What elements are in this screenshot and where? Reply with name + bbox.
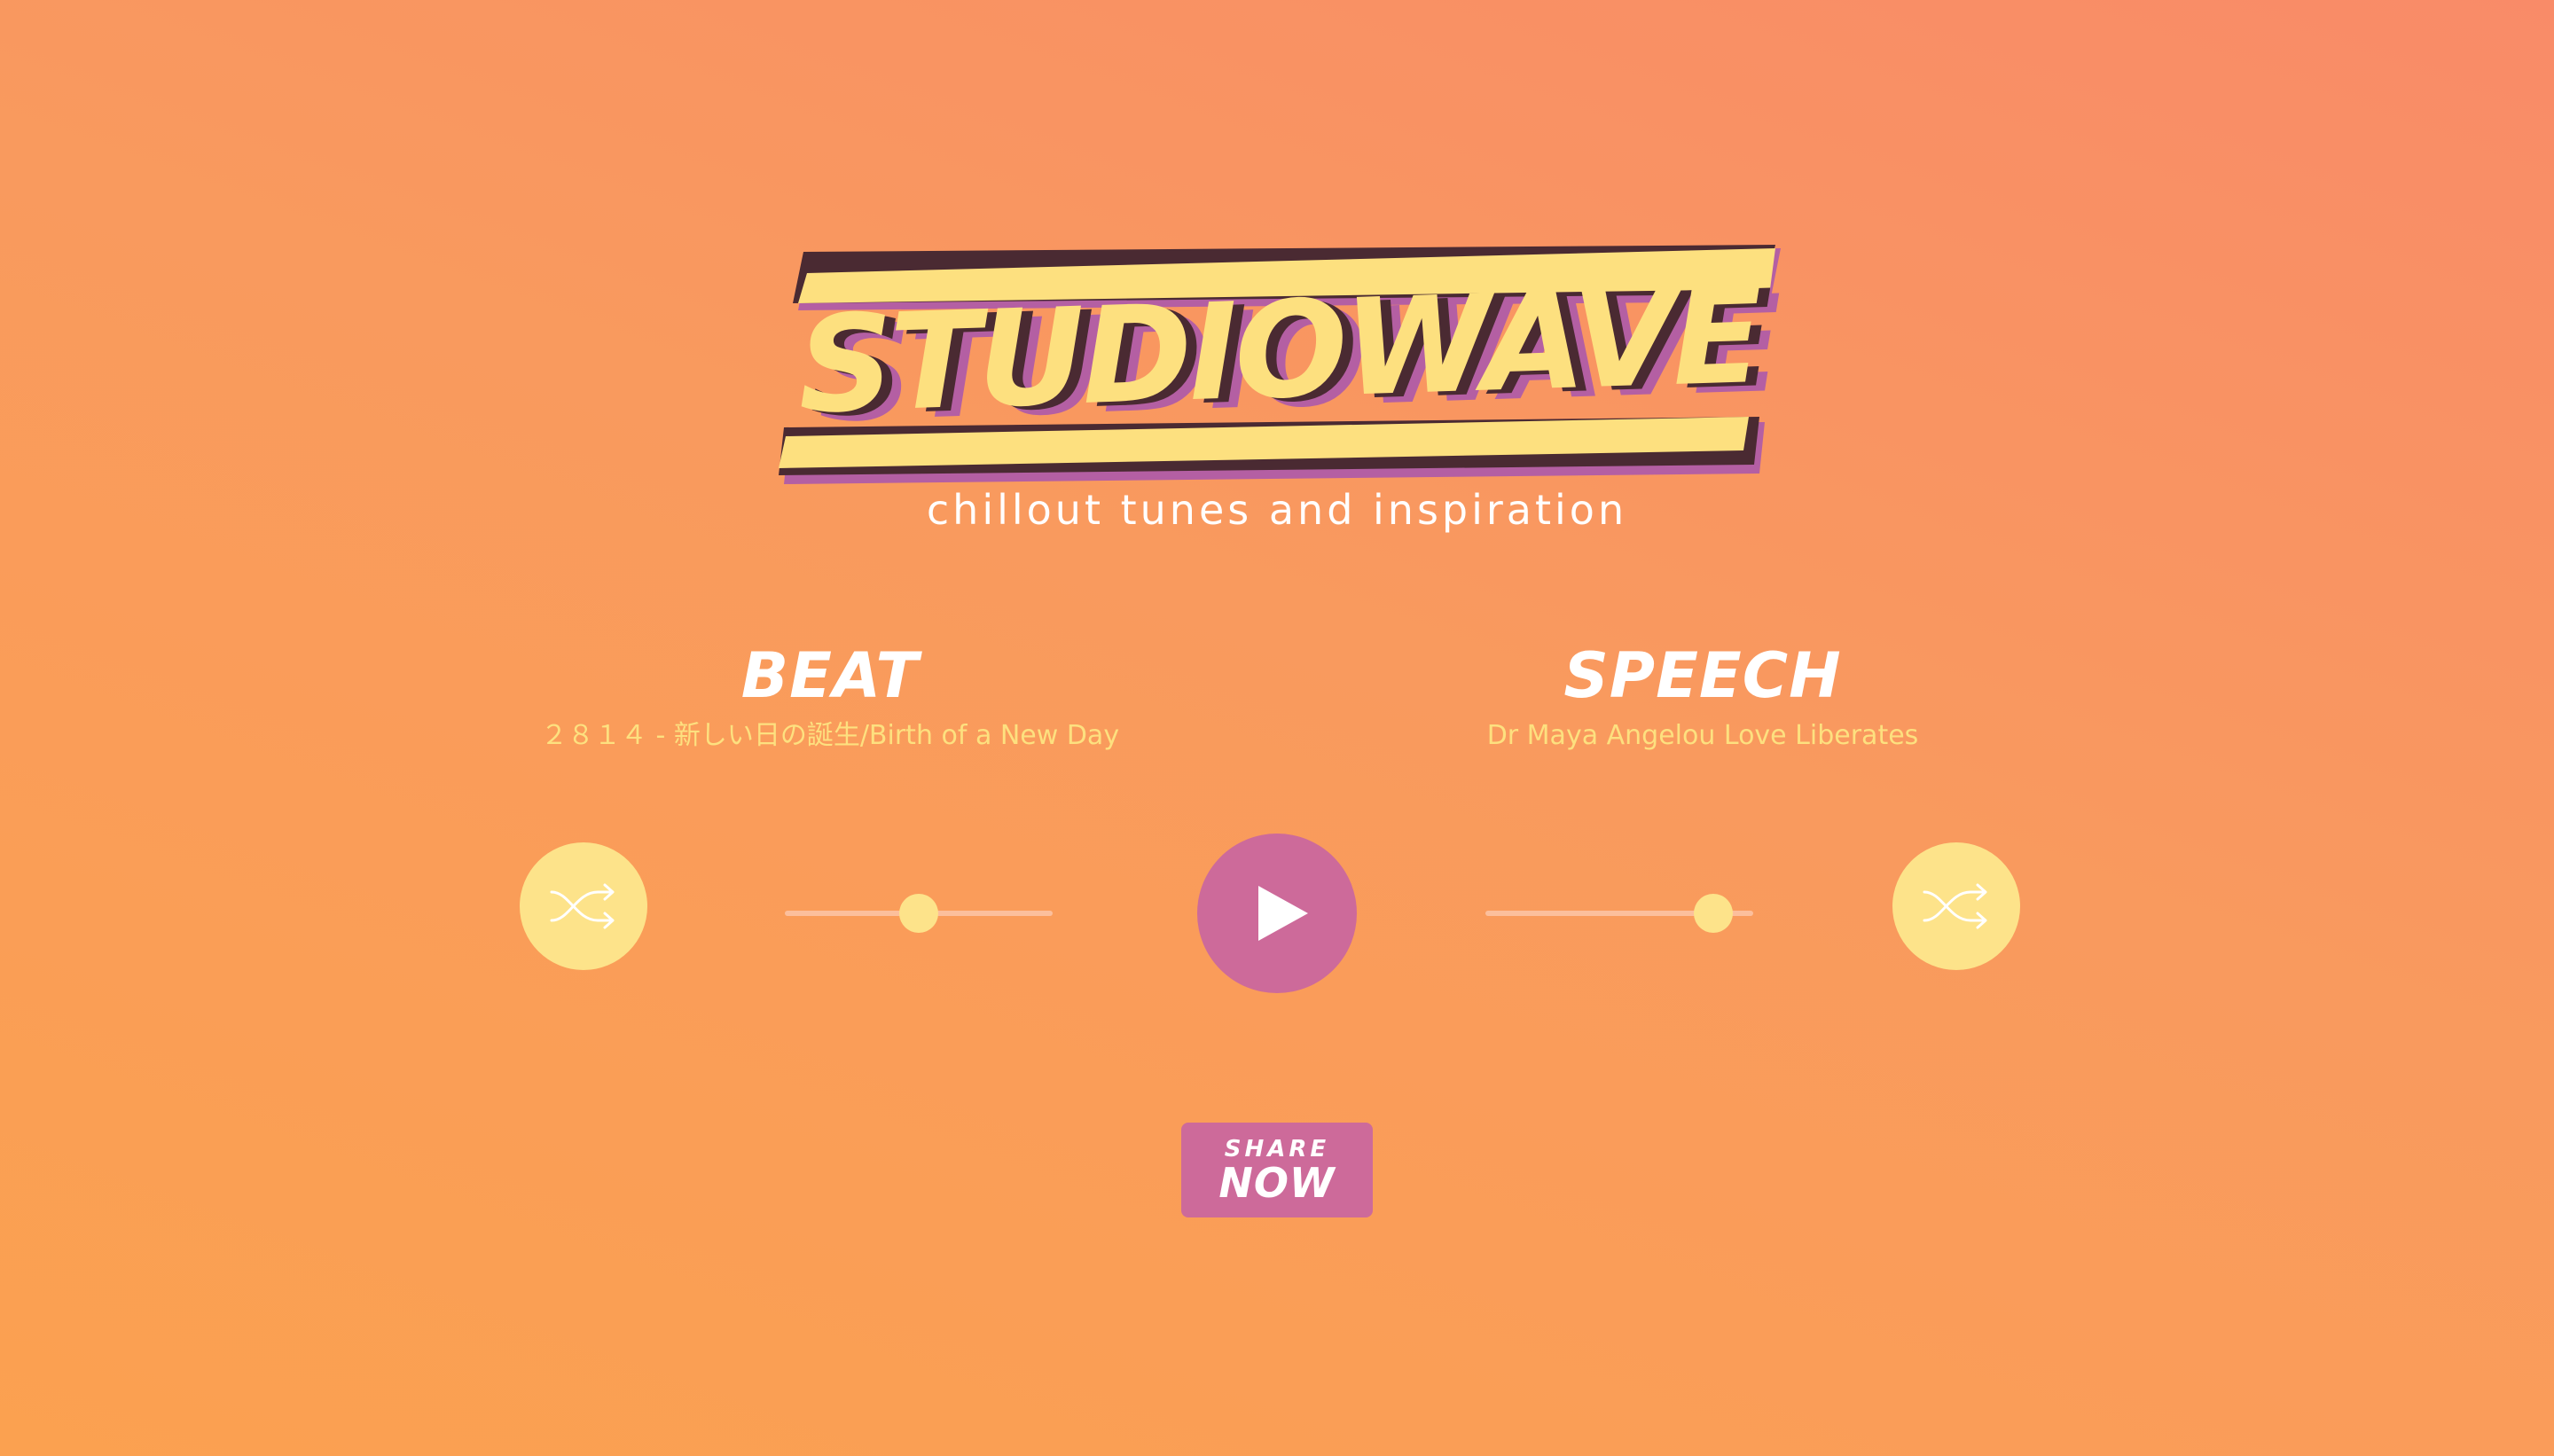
logo-wordmark: STUDIOWAVE STUDIOWAVE STUDIOWAVE (795, 259, 1781, 452)
speech-shuffle-button[interactable] (1892, 842, 2020, 970)
shuffle-icon (550, 883, 615, 929)
speech-track-name: Dr Maya Angelou Love Liberates (1486, 720, 1919, 751)
play-icon (1258, 886, 1308, 941)
beat-track-name: ２８１４ - 新しい日の誕生/Birth of a New Day (540, 720, 1120, 751)
share-label-line1: SHARE (1224, 1135, 1330, 1162)
beat-shuffle-button[interactable] (520, 842, 647, 970)
tagline: chillout tunes and inspiration (926, 486, 1628, 534)
beat-channel: BEAT ２８１４ - 新しい日の誕生/Birth of a New Day (431, 638, 1229, 754)
beat-volume-thumb[interactable] (899, 894, 938, 933)
speech-volume-thumb[interactable] (1693, 894, 1733, 933)
shuffle-icon (1923, 883, 1987, 929)
speech-title: SPEECH (1563, 639, 1842, 712)
logo-text: STUDIOWAVE (795, 258, 1762, 443)
play-button[interactable] (1197, 834, 1357, 993)
logo: STUDIOWAVE STUDIOWAVE STUDIOWAVE (772, 239, 1782, 488)
share-now-button[interactable]: SHARE NOW (1181, 1123, 1373, 1217)
beat-title: BEAT (740, 639, 920, 712)
beat-volume-slider[interactable] (785, 887, 1053, 940)
speech-channel: SPEECH Dr Maya Angelou Love Liberates (1304, 638, 2102, 754)
share-label-line2: NOW (1218, 1158, 1336, 1207)
speech-volume-slider[interactable] (1485, 887, 1753, 940)
